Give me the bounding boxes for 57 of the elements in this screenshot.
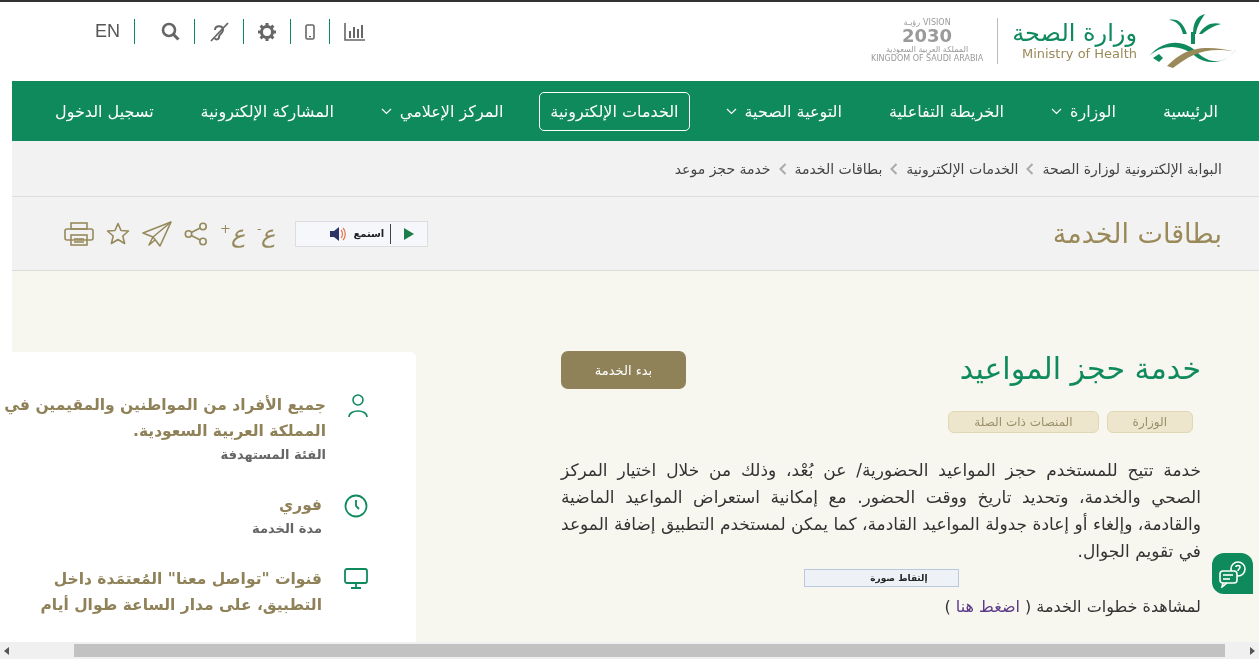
monitor-icon [344, 568, 368, 590]
share-icon[interactable] [184, 221, 208, 246]
ministry-name-arabic: وزارة الصحة [1012, 19, 1137, 48]
print-icon[interactable] [64, 221, 94, 246]
start-service-button[interactable]: بدء الخدمة [561, 351, 686, 389]
font-size-button[interactable]: ع$^{+}$ [220, 221, 245, 246]
star-icon[interactable] [106, 222, 130, 245]
breadcrumb-link[interactable]: بطاقات الخدمة [794, 160, 883, 177]
chat-help-button[interactable] [1212, 553, 1253, 594]
font-size-button[interactable]: ع$^{-}$ [256, 221, 276, 246]
service-title: خدمة حجز المواعيد [959, 351, 1201, 386]
steps-text: ) [944, 597, 951, 616]
send-icon[interactable] [142, 220, 172, 247]
chevron-left-icon [778, 162, 787, 175]
horizontal-scrollbar[interactable] [0, 642, 1259, 659]
nav-item[interactable]: الوزارة [1040, 91, 1127, 131]
search-icon[interactable] [161, 22, 180, 41]
person-icon [348, 394, 368, 418]
clock-icon [344, 494, 368, 518]
tag-link[interactable]: الوزارة [1106, 411, 1193, 433]
breadcrumb-link[interactable]: خدمة حجز موعد [674, 160, 771, 177]
page-title: بطاقات الخدمة [1052, 218, 1222, 249]
scroll-left-icon[interactable] [4, 646, 10, 655]
hearing-icon[interactable] [209, 21, 229, 42]
detail-value: فوري [278, 495, 322, 517]
nav-item[interactable]: الخريطة التفاعلية [877, 91, 1015, 131]
steps-link[interactable]: اضغط هنا [955, 597, 1020, 616]
breadcrumb-link[interactable]: الخدمات الإلكترونية [906, 160, 1019, 177]
detail-label: الفئة المستهدفة [219, 446, 326, 464]
speaker-icon [329, 226, 348, 241]
chevron-down-icon [380, 107, 392, 115]
language-link[interactable]: EN [95, 21, 120, 42]
listen-label: استمع [353, 228, 385, 239]
screenshot-tooltip: إلتقاط صورة [803, 569, 959, 587]
steps-text: لمشاهدة خطوات الخدمة ( [1025, 597, 1201, 616]
chevron-down-icon [1051, 107, 1062, 115]
detail-value: جميع الأفراد من المواطنين والمقيمين في المملكة العربية السعودية. [3, 394, 326, 442]
listen-player[interactable]: استمع [295, 220, 429, 247]
nav-item[interactable]: المشاركة الإلكترونية [189, 91, 345, 131]
ministry-name-english: Ministry of Health [1021, 47, 1137, 63]
statistics-icon[interactable] [344, 22, 366, 41]
chevron-down-icon [725, 107, 737, 115]
settings-icon[interactable] [258, 22, 276, 41]
tag-link[interactable]: المنصات ذات الصلة [948, 411, 1099, 433]
chevron-left-icon [1026, 162, 1035, 175]
breadcrumb-link[interactable]: البوابة الإلكترونية لوزارة الصحة [1042, 160, 1222, 177]
nav-item[interactable]: تسجيل الدخول [44, 91, 165, 131]
scroll-right-icon[interactable] [1249, 646, 1255, 655]
detail-value: قنوات "تواصل معنا" المُعتمَدة داخل التطبيق، على مدار الساعة طوال أيام [39, 569, 322, 616]
nav-item[interactable]: الخدمات الإلكترونية [539, 91, 690, 131]
mobile-icon[interactable] [305, 23, 315, 40]
chevron-left-icon [890, 162, 899, 175]
detail-label: مدة الخدمة [251, 520, 322, 538]
nav-item[interactable]: المركز الإعلامي [369, 91, 515, 131]
nav-item[interactable]: التوعية الصحية [714, 91, 853, 131]
service-description: خدمة تتيح للمستخدم حجز المواعيد الحضورية/ عن بُعْد، وذلك من خلال اختيار المركز الصحي والخدمة، وتحديد تاريخ ووقت الحضور. مع إمكانية استعراض المواعيد الماضية والقادمة، وإلغاء أو إعادة جدولة المواعيد القادمة، كما يمكن لمستخدم التطبيق إضافة الموعد في تقويم الجوال. [561, 459, 1201, 564]
nav-item[interactable]: الرئيسية [1151, 91, 1229, 131]
